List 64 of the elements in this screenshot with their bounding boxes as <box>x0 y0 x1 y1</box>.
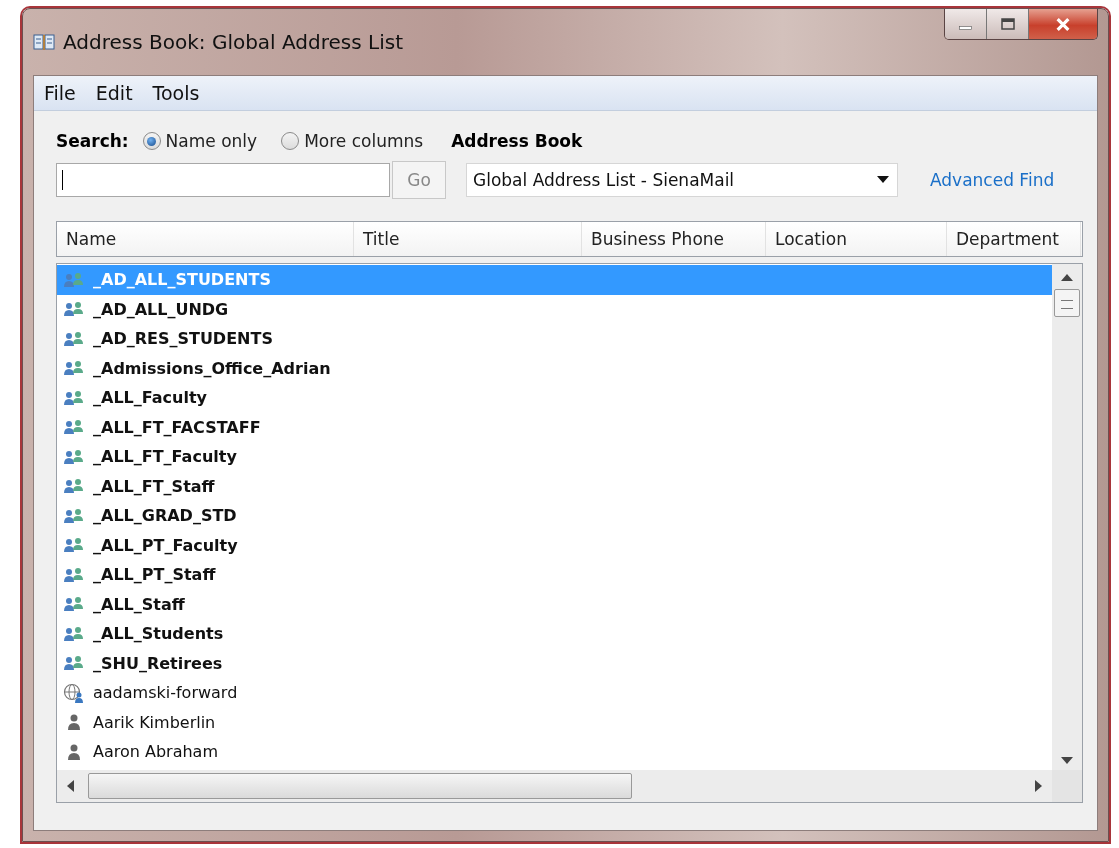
people-icon <box>63 359 85 378</box>
radio-option[interactable]: Name only <box>142 131 258 151</box>
contact-row[interactable]: _ALL_Faculty <box>57 383 1052 413</box>
scroll-up-icon <box>1061 274 1073 281</box>
people-icon <box>63 300 85 319</box>
contact-row[interactable]: _ALL_FT_Staff <box>57 471 1052 501</box>
contact-row[interactable]: aadamski-forward <box>57 678 1052 708</box>
column-header[interactable]: Location <box>766 222 947 256</box>
globe-person-icon <box>63 682 85 703</box>
address-book-label: Address Book <box>451 131 583 151</box>
advanced-find-link[interactable]: Advanced Find <box>930 170 1055 190</box>
scroll-right-icon <box>1035 780 1042 792</box>
people-icon <box>63 624 85 643</box>
people-icon <box>63 329 85 348</box>
menu-item[interactable]: Tools <box>152 82 200 104</box>
scroll-left-icon <box>67 780 74 792</box>
contact-row[interactable]: _AD_RES_STUDENTS <box>57 324 1052 354</box>
column-header[interactable]: Business Phone <box>582 222 766 256</box>
people-icon <box>63 388 85 407</box>
scroll-down-icon <box>1061 757 1073 764</box>
menu-item[interactable]: File <box>44 82 76 104</box>
contact-row[interactable]: _Admissions_Office_Adrian <box>57 353 1052 383</box>
column-header[interactable]: Name <box>57 222 354 256</box>
people-icon <box>63 477 85 496</box>
scrollbar-corner <box>1052 770 1082 802</box>
column-header[interactable]: Title <box>354 222 582 256</box>
contact-row[interactable]: _ALL_PT_Staff <box>57 560 1052 590</box>
window-title: Address Book: Global Address List <box>63 30 403 54</box>
contact-row[interactable]: _AD_ALL_UNDG <box>57 294 1052 324</box>
people-icon <box>63 447 85 466</box>
address-book-dropdown[interactable]: Global Address List - SienaMail <box>466 163 898 197</box>
contact-row[interactable]: _ALL_Students <box>57 619 1052 649</box>
minimize-icon <box>959 26 972 30</box>
close-icon <box>1054 16 1072 32</box>
people-icon <box>63 595 85 614</box>
contact-row[interactable]: _SHU_Retirees <box>57 648 1052 678</box>
scroll-thumb[interactable] <box>1054 289 1080 317</box>
people-icon <box>63 270 85 289</box>
book-icon <box>33 33 55 51</box>
vertical-scrollbar[interactable] <box>1052 264 1082 770</box>
contact-row[interactable]: _ALL_FT_Faculty <box>57 442 1052 472</box>
people-icon <box>63 418 85 437</box>
maximize-icon <box>999 18 1016 30</box>
close-button[interactable] <box>1029 9 1097 39</box>
contact-row[interactable]: _ALL_FT_FACSTAFF <box>57 412 1052 442</box>
contact-row[interactable]: _ALL_Staff <box>57 589 1052 619</box>
contact-row[interactable]: _ALL_GRAD_STD <box>57 501 1052 531</box>
contact-row[interactable]: _ALL_PT_Faculty <box>57 530 1052 560</box>
contact-row[interactable]: Aaron Abraham <box>57 737 1052 767</box>
people-icon <box>63 506 85 525</box>
people-icon <box>63 565 85 584</box>
minimize-button[interactable] <box>945 9 987 39</box>
people-icon <box>63 654 85 673</box>
dropdown-arrow-icon <box>877 176 889 184</box>
search-field[interactable] <box>56 163 390 197</box>
people-icon <box>63 536 85 555</box>
search-label: Search: <box>56 131 129 151</box>
radio-option[interactable]: More columns <box>281 131 424 151</box>
contact-row[interactable]: Aarik Kimberlin <box>57 707 1052 737</box>
horizontal-scrollbar[interactable] <box>57 770 1052 802</box>
scroll-thumb[interactable] <box>88 773 632 799</box>
maximize-button[interactable] <box>987 9 1029 39</box>
column-header[interactable]: Department <box>947 222 1081 256</box>
menu-item[interactable]: Edit <box>95 82 133 104</box>
